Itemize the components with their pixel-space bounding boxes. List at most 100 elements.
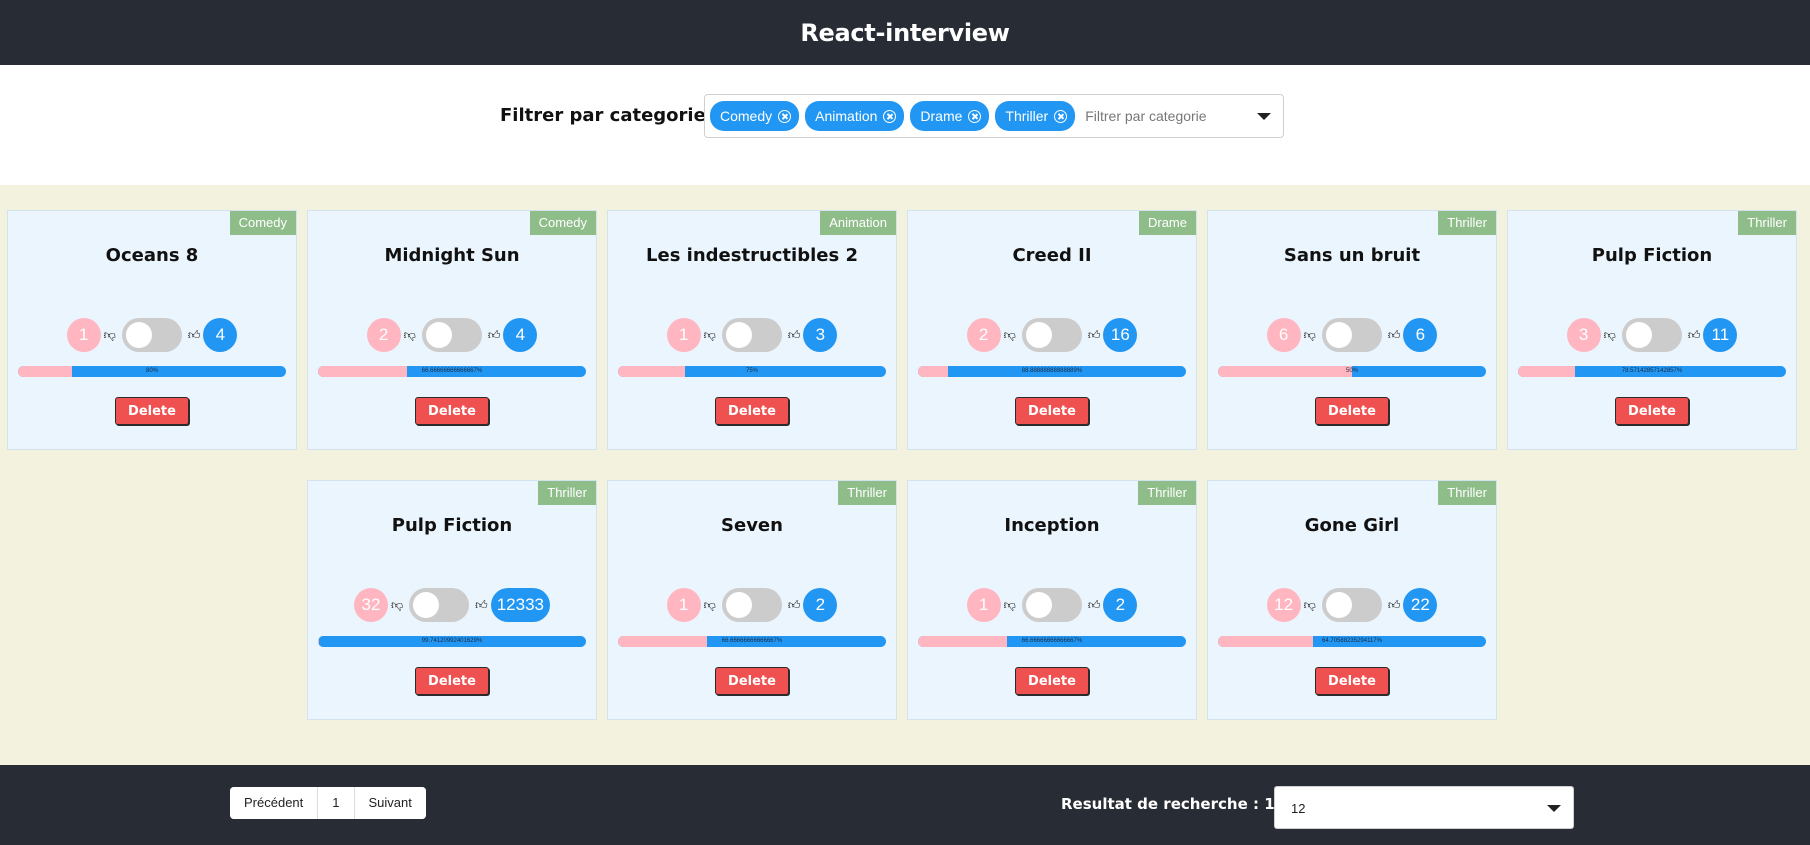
delete-button[interactable]: Delete [1015, 667, 1089, 695]
movie-title: Inception [1004, 515, 1100, 536]
close-circle-icon[interactable] [968, 109, 982, 123]
thumbs-down-icon: 👎︎ [703, 327, 716, 342]
like-count: 22 [1403, 588, 1438, 622]
dislike-count: 1 [966, 588, 1001, 622]
thumbs-down-icon: 👎︎ [403, 327, 416, 342]
thumbs-up-icon: 👍︎ [1387, 327, 1401, 342]
vote-row: 1 👎︎ 👍︎ 2 [908, 588, 1196, 622]
vote-row: 12 👎︎ 👍︎ 22 [1208, 588, 1496, 622]
like-toggle[interactable] [409, 588, 470, 622]
category-badge: Thriller [1138, 481, 1196, 505]
like-toggle[interactable] [421, 318, 482, 352]
vote-row: 1 👎︎ 👍︎ 4 [8, 318, 296, 352]
dislike-count: 32 [353, 588, 388, 622]
like-ratio-bar: 50% [1218, 366, 1486, 377]
like-percent-label: 75% [745, 368, 758, 374]
category-filter-input[interactable] [1085, 108, 1266, 124]
chip-animation[interactable]: Animation [805, 101, 905, 131]
thumbs-down-icon: 👎︎ [1003, 597, 1016, 612]
like-toggle[interactable] [1321, 318, 1382, 352]
toggle-knob [425, 322, 452, 348]
close-circle-icon[interactable] [778, 109, 792, 123]
like-count: 4 [203, 318, 238, 352]
like-count: 6 [1403, 318, 1438, 352]
delete-button[interactable]: Delete [1615, 397, 1689, 425]
delete-button[interactable]: Delete [415, 397, 489, 425]
like-toggle[interactable] [1321, 588, 1382, 622]
vote-row: 3 👎︎ 👍︎ 11 [1508, 318, 1796, 352]
movie-card: Comedy Oceans 8 1 👎︎ 👍︎ 4 80% Delete [7, 210, 297, 450]
dislike-count: 1 [666, 318, 701, 352]
dislike-count: 12 [1266, 588, 1301, 622]
movie-grid: Comedy Oceans 8 1 👎︎ 👍︎ 4 80% Delete Com… [0, 185, 1810, 765]
app-header: React-interview [0, 0, 1810, 65]
movie-title: Gone Girl [1304, 515, 1400, 536]
movie-card: Thriller Seven 1 👎︎ 👍︎ 2 66.666666666666… [607, 480, 897, 720]
dislike-count: 2 [366, 318, 401, 352]
category-multiselect[interactable]: Comedy Animation Drame Thriller [704, 94, 1284, 138]
thumbs-up-icon: 👍︎ [1387, 597, 1401, 612]
category-badge: Animation [820, 211, 896, 235]
next-page-button[interactable]: Suivant [354, 787, 426, 819]
vote-row: 32 👎︎ 👍︎ 12333 [308, 588, 596, 622]
like-toggle[interactable] [721, 318, 782, 352]
like-percent-label: 66.66666666666667% [421, 368, 483, 374]
thumbs-up-icon: 👍︎ [1087, 597, 1101, 612]
like-toggle[interactable] [1021, 318, 1082, 352]
chip-drame[interactable]: Drame [910, 101, 990, 131]
vote-row: 2 👎︎ 👍︎ 4 [308, 318, 596, 352]
like-ratio-bar: 99.74120992401629% [318, 636, 586, 647]
category-badge: Thriller [1738, 211, 1796, 235]
category-badge: Thriller [1438, 481, 1496, 505]
chip-thriller[interactable]: Thriller [995, 101, 1076, 131]
movie-card: Animation Les indestructibles 2 1 👎︎ 👍︎ … [607, 210, 897, 450]
delete-button[interactable]: Delete [115, 397, 189, 425]
like-percent-label: 64.70588235294117% [1322, 638, 1382, 644]
thumbs-down-icon: 👎︎ [703, 597, 716, 612]
category-badge: Drame [1138, 211, 1196, 235]
dislike-count: 1 [666, 588, 701, 622]
close-circle-icon[interactable] [1054, 109, 1068, 123]
vote-row: 6 👎︎ 👍︎ 6 [1208, 318, 1496, 352]
footer: Précédent 1 Suivant Resultat de recherch… [0, 765, 1810, 845]
like-ratio-bar: 66.66666666666667% [918, 636, 1186, 647]
chip-comedy[interactable]: Comedy [710, 101, 800, 131]
like-count: 16 [1103, 318, 1138, 352]
like-percent-label: 78.57142857142857% [1621, 368, 1683, 374]
dislike-count: 6 [1266, 318, 1301, 352]
thumbs-up-icon: 👍︎ [1687, 327, 1701, 342]
previous-page-button[interactable]: Précédent [230, 787, 319, 819]
chip-label: Drame [920, 108, 963, 124]
chevron-down-icon[interactable] [1257, 113, 1271, 120]
movie-card: Thriller Pulp Fiction 32 👎︎ 👍︎ 12333 99.… [307, 480, 597, 720]
movie-title: Creed II [1012, 245, 1092, 266]
delete-button[interactable]: Delete [1015, 397, 1089, 425]
page-number-button[interactable]: 1 [318, 787, 355, 819]
close-circle-icon[interactable] [883, 109, 897, 123]
like-percent-label: 80% [145, 368, 158, 374]
dislike-count: 1 [66, 318, 101, 352]
like-ratio-bar: 66.66666666666667% [618, 636, 886, 647]
toggle-knob [1325, 592, 1352, 618]
delete-button[interactable]: Delete [715, 397, 789, 425]
delete-button[interactable]: Delete [415, 667, 489, 695]
vote-row: 2 👎︎ 👍︎ 16 [908, 318, 1196, 352]
items-per-page-select[interactable]: 12 [1274, 786, 1574, 829]
toggle-knob [125, 322, 152, 348]
toggle-knob [1625, 322, 1652, 348]
like-toggle[interactable] [1621, 318, 1682, 352]
like-toggle[interactable] [1021, 588, 1082, 622]
delete-button[interactable]: Delete [1315, 397, 1389, 425]
like-ratio-bar: 64.70588235294117% [1218, 636, 1486, 647]
like-ratio-bar: 66.66666666666667% [318, 366, 586, 377]
like-percent-label: 66.66666666666667% [721, 638, 783, 644]
chip-label: Thriller [1005, 108, 1049, 124]
delete-button[interactable]: Delete [1315, 667, 1389, 695]
toggle-knob [1325, 322, 1352, 348]
like-toggle[interactable] [721, 588, 782, 622]
thumbs-down-icon: 👎︎ [1303, 327, 1316, 342]
like-toggle[interactable] [121, 318, 182, 352]
like-percent-label: 66.66666666666667% [1021, 638, 1083, 644]
toggle-knob [1025, 322, 1052, 348]
delete-button[interactable]: Delete [715, 667, 789, 695]
